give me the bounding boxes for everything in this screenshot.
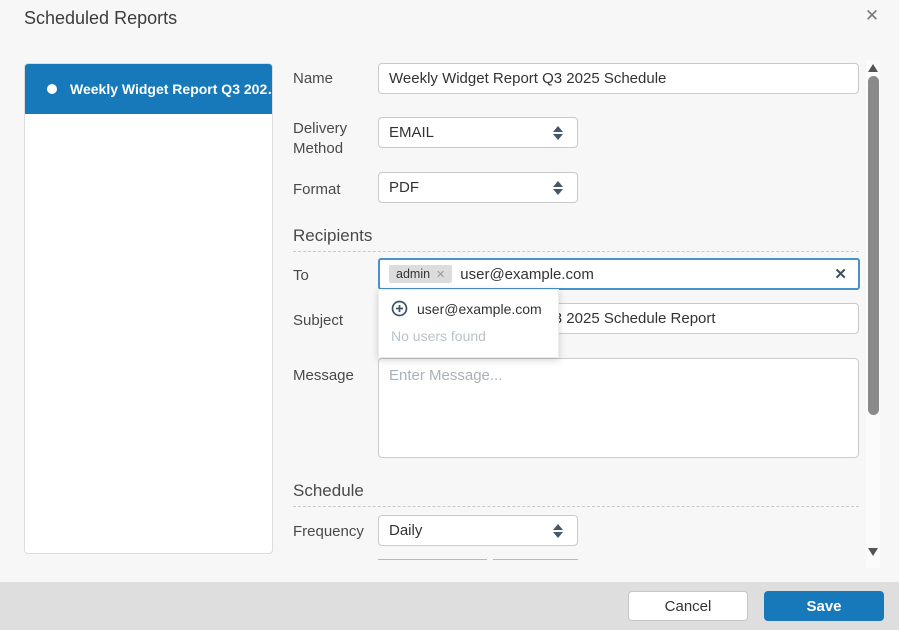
- format-label: Format: [293, 180, 375, 200]
- frequency-select[interactable]: Daily: [378, 515, 578, 546]
- format-select[interactable]: PDF: [378, 172, 578, 203]
- delivery-method-label: Delivery Method: [293, 119, 375, 159]
- cancel-button[interactable]: Cancel: [628, 591, 748, 621]
- add-user-icon: [391, 300, 408, 317]
- partial-time-input: [493, 559, 578, 560]
- format-value: PDF: [389, 179, 553, 196]
- schedule-heading: Schedule: [293, 481, 859, 507]
- close-icon[interactable]: ✕: [861, 6, 883, 26]
- scrollbar-thumb[interactable]: [868, 76, 879, 415]
- dialog-footer: Cancel Save: [0, 582, 899, 630]
- select-arrows-icon: [553, 126, 563, 140]
- frequency-label: Frequency: [293, 522, 375, 542]
- report-list-item[interactable]: Weekly Widget Report Q3 202…: [25, 64, 272, 114]
- recipient-suggestion-dropdown: user@example.com No users found: [378, 289, 559, 358]
- report-item-label: Weekly Widget Report Q3 202…: [70, 81, 272, 97]
- bullet-icon: [47, 84, 57, 94]
- partial-time-input: [378, 559, 487, 560]
- message-label: Message: [293, 366, 375, 386]
- tag-remove-icon[interactable]: ✕: [436, 268, 445, 281]
- select-arrows-icon: [553, 181, 563, 195]
- save-button[interactable]: Save: [764, 591, 884, 621]
- suggestion-option-label: user@example.com: [417, 301, 542, 317]
- name-label: Name: [293, 69, 375, 89]
- frequency-value: Daily: [389, 522, 553, 539]
- no-users-found-text: No users found: [391, 328, 558, 344]
- subject-label: Subject: [293, 311, 375, 331]
- delivery-method-select[interactable]: EMAIL: [378, 117, 578, 148]
- recipients-heading: Recipients: [293, 226, 859, 252]
- message-textarea[interactable]: [378, 358, 859, 458]
- suggestion-add-option[interactable]: user@example.com: [391, 300, 558, 317]
- delivery-method-value: EMAIL: [389, 124, 553, 141]
- recipient-tag: admin ✕: [389, 265, 452, 283]
- to-typed-text: user@example.com: [460, 266, 826, 283]
- select-arrows-icon: [553, 524, 563, 538]
- scroll-up-icon[interactable]: [868, 64, 878, 72]
- scrollbar[interactable]: [866, 60, 880, 568]
- recipient-tag-label: admin: [396, 267, 430, 281]
- scroll-down-icon[interactable]: [868, 548, 878, 556]
- dialog-title: Scheduled Reports: [24, 8, 177, 29]
- to-label: To: [293, 266, 375, 286]
- name-input[interactable]: [378, 63, 859, 94]
- to-input[interactable]: admin ✕ user@example.com ✕: [378, 258, 860, 290]
- clear-field-icon[interactable]: ✕: [834, 265, 849, 283]
- report-list-panel: Weekly Widget Report Q3 202…: [24, 63, 273, 554]
